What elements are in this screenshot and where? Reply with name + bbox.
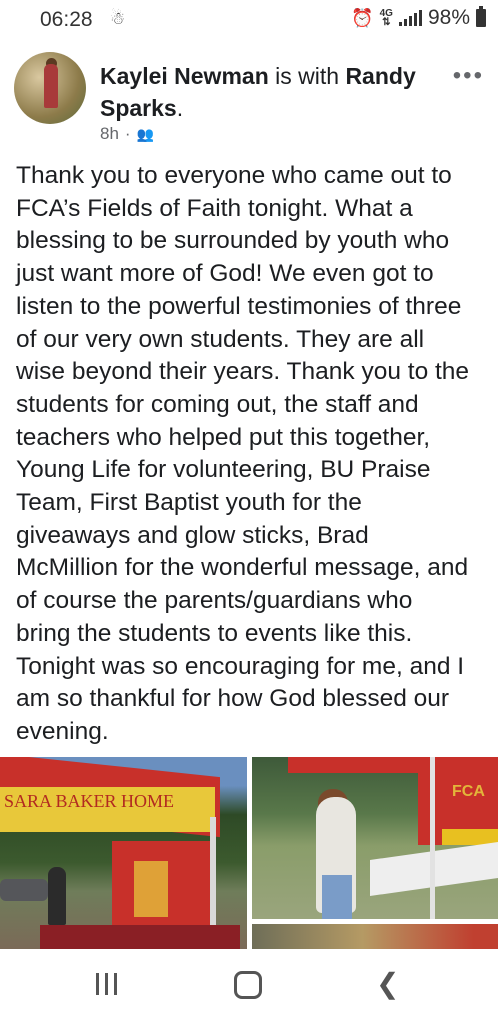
post-meta: 8h · 👥 [100,124,154,144]
table-cloth [40,925,240,949]
photo-2[interactable]: FCA [252,757,498,919]
with-connector: is with [268,63,346,89]
mobile-data-icon: 4G ⇅ [379,8,393,28]
status-time: 06:28 [40,8,93,31]
battery-percent: 98% [427,6,470,29]
home-icon[interactable] [234,971,262,999]
meta-separator: · [124,124,131,143]
author-line: Kaylei Newman is with Randy Sparks. [100,60,440,124]
photo-1[interactable]: SARA BAKER HOME [0,757,247,949]
person-jeans [322,875,352,919]
tent-pole [430,757,435,919]
post-time[interactable]: 8h [100,124,119,144]
signal-icon [398,10,422,26]
author-name[interactable]: Kaylei Newman [100,63,269,89]
notification-icon: ☃ [110,9,126,28]
avatar-figure [44,64,58,108]
avatar[interactable] [14,52,86,124]
recents-icon[interactable] [96,973,117,995]
more-options-icon[interactable]: ••• [453,62,484,90]
friends-icon: 👥 [136,125,155,142]
alarm-icon: ⏰ [351,7,374,28]
system-nav-bar: ❮ [0,949,498,1023]
fca-banner-label: FCA [452,783,485,800]
tent-sign: SARA BAKER HOME [4,791,175,811]
status-indicators: ⏰ 4G ⇅ 98% [351,6,486,30]
battery-icon [476,6,486,27]
person [48,867,66,925]
photo-grid: SARA BAKER HOME FCA [0,757,498,949]
cross-emblem [134,861,168,917]
tagged-suffix: . [176,95,184,121]
post-header: Kaylei Newman is with Randy Sparks. 8h ·… [0,48,498,148]
photo-3[interactable] [252,924,498,949]
car [0,879,48,901]
back-icon[interactable]: ❮ [376,967,399,1000]
status-bar: 06:28 ☃ ⏰ 4G ⇅ 98% [0,0,498,38]
post-text: Thank you to everyone who came out to FC… [16,162,470,745]
